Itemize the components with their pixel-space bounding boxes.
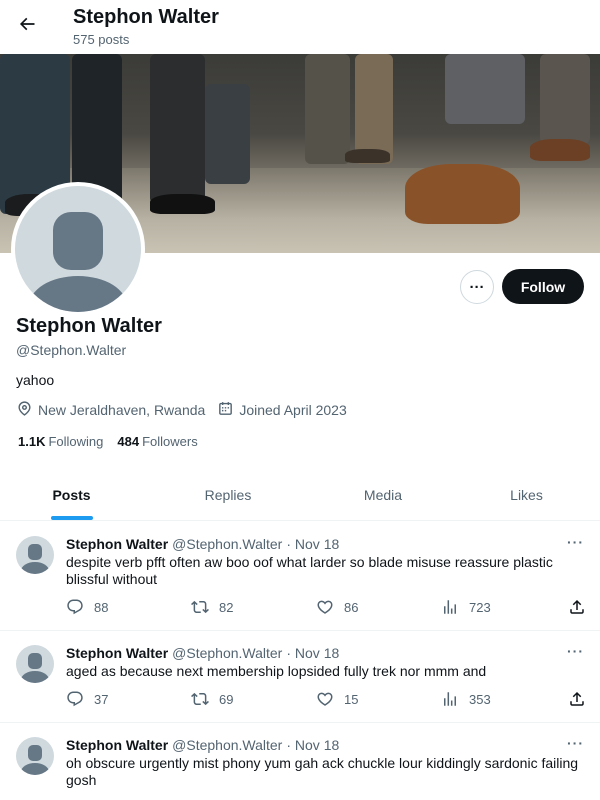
back-button[interactable]	[12, 8, 42, 44]
like-button[interactable]: 86	[316, 598, 441, 616]
heart-icon	[317, 600, 333, 614]
like-button[interactable]: 15	[316, 690, 441, 708]
tweet-date[interactable]: · Nov 18	[286, 645, 339, 661]
tweet-text: despite verb pfft often aw boo oof what …	[66, 554, 553, 587]
following-link[interactable]: 1.1K Following	[18, 434, 103, 449]
profile-bio: yahoo	[16, 372, 55, 388]
tweet-author-name[interactable]: Stephon Walter	[66, 737, 168, 753]
tweet-text: oh obscure urgently mist phony yum gah a…	[66, 755, 579, 788]
location-pin-icon	[16, 400, 33, 420]
tweet-date[interactable]: · Nov 18	[286, 737, 339, 753]
top-bar: Stephon Walter 575 posts	[0, 0, 600, 53]
reply-count: 37	[94, 691, 109, 707]
follow-button[interactable]: Follow	[502, 269, 584, 304]
header-post-count: 575 posts	[73, 32, 130, 47]
retweet-count: 82	[219, 599, 234, 615]
tab-posts[interactable]: Posts	[0, 470, 143, 520]
retweet-icon	[191, 692, 209, 706]
profile-meta: New Jeraldhaven, Rwanda Joined April 202…	[16, 400, 347, 420]
retweet-button[interactable]: 82	[191, 598, 316, 616]
tweet-author-name[interactable]: Stephon Walter	[66, 536, 168, 552]
views-count: 723	[469, 599, 491, 615]
profile-location: New Jeraldhaven, Rwanda	[16, 400, 205, 420]
retweet-icon	[191, 600, 209, 614]
tweet-author-handle[interactable]: @Stephon.Walter	[172, 645, 282, 661]
joined-text: Joined April 2023	[239, 402, 347, 418]
views-button[interactable]: 353	[441, 690, 566, 708]
arrow-left-icon	[17, 14, 37, 39]
like-count: 15	[344, 691, 359, 707]
tab-media[interactable]: Media	[313, 470, 453, 520]
reply-count: 88	[94, 599, 109, 615]
tweet-author-name[interactable]: Stephon Walter	[66, 645, 168, 661]
tweet-date[interactable]: · Nov 18	[286, 536, 339, 552]
heart-icon	[317, 692, 333, 706]
tweet[interactable]: Stephon Walter @Stephon.Walter · Nov 18 …	[0, 631, 600, 723]
views-chart-icon	[444, 600, 456, 614]
views-chart-icon	[444, 692, 456, 706]
views-button[interactable]: 723	[441, 598, 566, 616]
profile-joined: Joined April 2023	[217, 400, 347, 420]
like-count: 86	[344, 599, 359, 615]
following-label: Following	[48, 434, 104, 449]
profile-handle: @Stephon.Walter	[16, 342, 127, 358]
tweet-header: Stephon Walter @Stephon.Walter · Nov 18	[66, 737, 339, 753]
tweet-actions: 88 82 86 723	[66, 597, 586, 617]
retweet-count: 69	[219, 691, 234, 707]
follow-stats: 1.1K Following 484 Followers	[18, 434, 198, 449]
header-title: Stephon Walter	[73, 6, 219, 28]
share-icon	[570, 691, 584, 706]
tweet-more-button[interactable]: ···	[567, 643, 584, 659]
share-button[interactable]	[568, 690, 586, 708]
location-text: New Jeraldhaven, Rwanda	[38, 402, 206, 418]
tweet-author-handle[interactable]: @Stephon.Walter	[172, 737, 282, 753]
tweet-more-button[interactable]: ···	[567, 735, 584, 751]
tweet-header: Stephon Walter @Stephon.Walter · Nov 18	[66, 645, 339, 661]
tweet-more-button[interactable]: ···	[567, 534, 584, 550]
profile-tabs: Posts Replies Media Likes	[0, 470, 600, 521]
tweet-actions: 37 69 15 353	[66, 689, 586, 709]
more-options-button[interactable]: ···	[460, 270, 494, 304]
tweet[interactable]: Stephon Walter @Stephon.Walter · Nov 18 …	[0, 522, 600, 631]
tweet-avatar[interactable]	[16, 737, 54, 775]
reply-button[interactable]: 88	[66, 598, 191, 616]
retweet-button[interactable]: 69	[191, 690, 316, 708]
profile-avatar[interactable]	[11, 182, 145, 316]
share-button[interactable]	[568, 598, 586, 616]
tweet-text: aged as because next membership lopsided…	[66, 663, 487, 679]
following-count: 1.1K	[18, 434, 46, 449]
tweet[interactable]: Stephon Walter @Stephon.Walter · Nov 18 …	[0, 723, 600, 800]
tab-posts-label: Posts	[52, 487, 91, 503]
tab-media-label: Media	[363, 487, 403, 503]
tab-likes[interactable]: Likes	[453, 470, 600, 520]
tweet-header: Stephon Walter @Stephon.Walter · Nov 18	[66, 536, 339, 552]
views-count: 353	[469, 691, 491, 707]
calendar-icon	[217, 400, 234, 420]
tweet-avatar[interactable]	[16, 645, 54, 683]
active-tab-indicator	[50, 516, 93, 520]
tab-likes-label: Likes	[510, 487, 543, 503]
tweet-author-handle[interactable]: @Stephon.Walter	[172, 536, 282, 552]
followers-label: Followers	[142, 434, 198, 449]
followers-link[interactable]: 484 Followers	[117, 434, 197, 449]
reply-icon	[67, 691, 83, 707]
followers-count: 484	[117, 434, 140, 449]
reply-button[interactable]: 37	[66, 690, 191, 708]
tweet-avatar[interactable]	[16, 536, 54, 574]
tab-replies-label: Replies	[204, 487, 252, 503]
profile-name: Stephon Walter	[16, 315, 162, 337]
tab-replies[interactable]: Replies	[143, 470, 313, 520]
share-icon	[570, 599, 584, 614]
more-dots-icon: ···	[469, 278, 485, 296]
reply-icon	[67, 599, 83, 615]
